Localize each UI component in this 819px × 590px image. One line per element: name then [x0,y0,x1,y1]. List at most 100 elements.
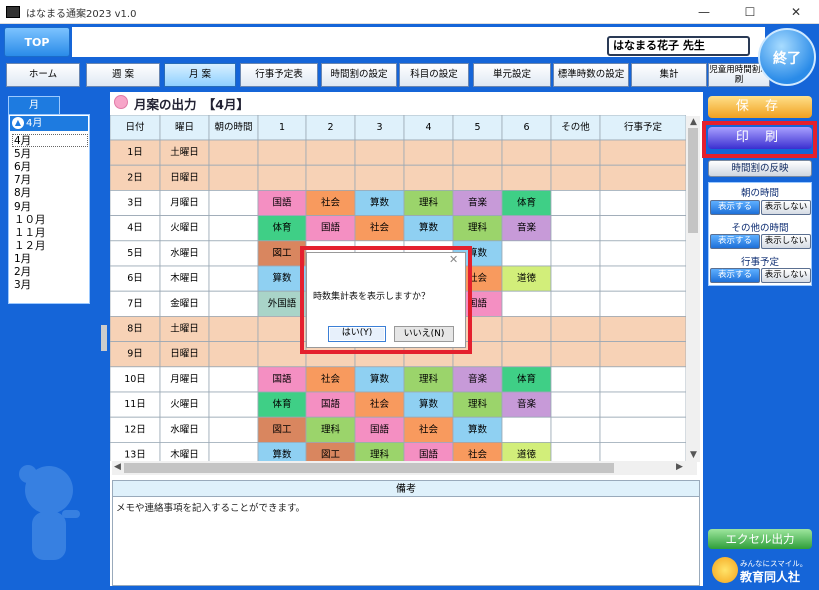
table-cell [599,341,686,368]
subject-cell-text[interactable]: 図工 [272,248,292,259]
vertical-scroll-thumb[interactable] [688,128,698,233]
subject-cell-text[interactable]: 国語 [272,373,292,385]
month-item[interactable]: １２月 [14,240,86,252]
subject-cell-text[interactable]: 算数 [370,373,390,385]
horizontal-scroll-thumb[interactable] [124,463,614,473]
exit-button[interactable]: 終了 [758,28,816,86]
panel-splitter[interactable] [101,325,107,351]
subject-cell-text[interactable]: 国語 [370,423,390,435]
subject-cell-text[interactable]: 音楽 [517,222,537,234]
month-item[interactable]: 7月 [14,174,86,186]
date-cell-text: 2日 [127,172,143,183]
memo-textarea[interactable]: メモや連絡事項を記入することができます。 [112,497,700,586]
subject-cell-text[interactable]: 社会 [321,373,341,385]
timetable-reflect-button[interactable]: 時間割の反映 [708,160,812,177]
subject-cell-text[interactable]: 理科 [370,449,390,461]
month-item[interactable]: １０月 [14,214,86,226]
other-hide-button[interactable]: 表示しない [761,234,811,249]
table-cell [403,139,454,166]
weekday-cell-text: 火曜日 [170,223,199,234]
morning-show-button[interactable]: 表示する [710,200,760,215]
subject-cell-text[interactable]: 道徳 [517,449,537,461]
subject-cell-text[interactable]: 外国語 [268,297,297,309]
table-cell [599,366,686,393]
subject-cell-text[interactable]: 算数 [370,197,390,209]
month-item[interactable]: 8月 [14,187,86,199]
subject-cell-text[interactable]: 体育 [517,197,536,209]
nav-tab-5[interactable]: 科目の設定 [399,63,469,87]
nav-tab-6[interactable]: 単元設定 [473,63,551,87]
excel-export-button[interactable]: エクセル出力 [708,529,812,549]
subject-cell-text[interactable]: 道徳 [517,272,537,284]
table-cell [208,290,259,317]
scroll-left-icon[interactable]: ◀ [114,462,121,472]
subject-cell-text[interactable]: 理科 [419,197,439,209]
subject-cell-text[interactable]: 理科 [468,222,488,234]
subject-cell-text[interactable]: 理科 [321,423,341,435]
nav-tab-1[interactable]: 週 案 [86,63,160,87]
scroll-up-icon[interactable]: ▲ [690,117,697,127]
subject-cell-text[interactable]: 図工 [321,450,341,461]
subject-cell-text[interactable]: 社会 [419,423,439,435]
subject-cell-text[interactable]: 図工 [272,424,292,435]
month-tab[interactable]: 月 [8,96,60,114]
scroll-down-icon[interactable]: ▼ [690,450,697,460]
dialog-close-icon[interactable]: ✕ [449,253,458,266]
scroll-right-icon[interactable]: ▶ [676,462,683,472]
subject-cell-text[interactable]: 音楽 [468,197,488,209]
subject-cell-text[interactable]: 算数 [468,423,488,435]
nav-tab-4[interactable]: 時間割の設定 [321,63,397,87]
subject-cell-text[interactable]: 国語 [321,398,341,410]
nav-tab-8[interactable]: 集計 [631,63,707,87]
subject-cell-text[interactable]: 国語 [321,222,341,234]
month-item[interactable]: 3月 [14,279,86,291]
weekday-cell-text: 日曜日 [170,172,199,183]
subject-cell-text[interactable]: 社会 [468,449,488,461]
subject-cell-text[interactable]: 社会 [370,398,390,410]
subject-cell-text[interactable]: 体育 [517,373,536,385]
subject-cell-text[interactable]: 算数 [419,398,439,410]
print-button[interactable]: 印 刷 [708,127,812,149]
month-item[interactable]: 1月 [14,253,86,265]
header-label: 3 [376,122,382,133]
close-window-button[interactable]: ✕ [773,0,819,24]
nav-tab-3[interactable]: 行事予定表 [240,63,318,87]
event-show-button[interactable]: 表示する [710,268,760,283]
other-show-button[interactable]: 表示する [710,234,760,249]
month-item[interactable]: 9月 [14,201,86,213]
dialog-no-button[interactable]: いいえ(N) [394,326,454,342]
subject-cell-text[interactable]: 社会 [321,197,341,209]
subject-cell-text[interactable]: 体育 [272,398,291,410]
subject-cell-text[interactable]: 理科 [468,398,488,410]
subject-cell-text[interactable]: 算数 [272,449,292,461]
subject-cell-text[interactable]: 国語 [272,197,292,209]
top-button[interactable]: TOP [4,27,70,57]
subject-cell-text[interactable]: 算数 [272,272,292,284]
month-item[interactable]: 4月 [14,135,86,147]
month-item[interactable]: 5月 [14,148,86,160]
subject-cell-text[interactable]: 社会 [370,222,390,234]
maximize-button[interactable]: ☐ [727,0,773,24]
nav-tab-7[interactable]: 標準時数の設定 [553,63,629,87]
subject-cell-text[interactable]: 国語 [419,449,439,461]
subject-cell-text[interactable]: 体育 [272,222,291,234]
chevron-up-icon[interactable]: ▲ [12,117,24,129]
user-name-box: はなまる花子 先生 [607,36,750,56]
logo-company-name: 教育同人社 [740,570,801,584]
date-cell-text: 11日 [124,399,146,410]
subject-cell-text[interactable]: 理科 [419,373,439,385]
month-item[interactable]: 2月 [14,266,86,278]
nav-tab-2[interactable]: 月 案 [164,63,236,87]
save-button[interactable]: 保 存 [708,96,812,118]
morning-hide-button[interactable]: 表示しない [761,200,811,215]
nav-tab-0[interactable]: ホーム [6,63,80,87]
event-hide-button[interactable]: 表示しない [761,268,811,283]
subject-cell-text[interactable]: 音楽 [468,373,488,385]
month-item[interactable]: 6月 [14,161,86,173]
weekday-cell-text: 月曜日 [170,374,199,385]
month-item[interactable]: １１月 [14,227,86,239]
subject-cell-text[interactable]: 音楽 [517,398,537,410]
minimize-button[interactable]: — [681,0,727,24]
dialog-yes-button[interactable]: はい(Y) [328,326,386,342]
subject-cell-text[interactable]: 算数 [419,222,439,234]
